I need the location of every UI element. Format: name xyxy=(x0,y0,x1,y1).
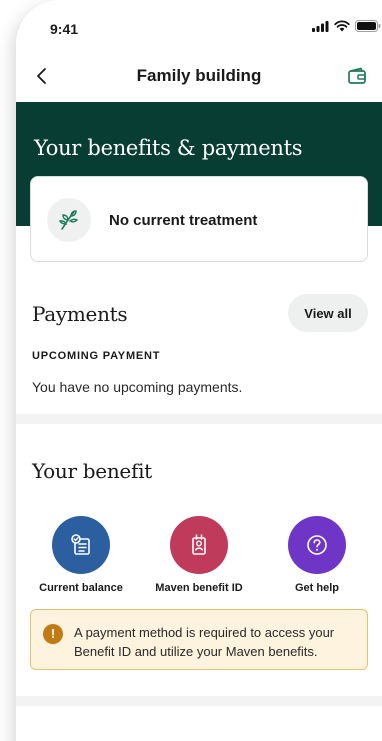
tile-label: Current balance xyxy=(39,582,123,594)
page-title: Family building xyxy=(136,66,262,85)
signal-icon xyxy=(312,20,329,32)
benefit-heading: Your benefit xyxy=(32,459,152,483)
wifi-icon xyxy=(334,20,350,32)
section-divider xyxy=(16,414,382,424)
treatment-card[interactable]: No current treatment xyxy=(30,176,368,262)
tile-label: Maven benefit ID xyxy=(155,582,243,594)
hero-title: Your benefits & payments xyxy=(34,136,303,160)
help-icon-circle xyxy=(288,516,346,574)
status-time: 9:41 xyxy=(50,21,79,37)
phone-frame: 9:41 Family building Your benefits & pay… xyxy=(16,0,382,741)
current-balance-tile[interactable]: Current balance xyxy=(26,516,136,596)
upcoming-payment-text: You have no upcoming payments. xyxy=(32,379,243,395)
sprout-icon xyxy=(58,210,79,230)
payment-method-alert: ! A payment method is required to access… xyxy=(30,609,368,670)
maven-benefit-id-tile[interactable]: Maven benefit ID xyxy=(144,516,254,596)
battery-icon xyxy=(355,20,381,32)
treatment-icon-wrap xyxy=(47,198,91,242)
top-nav: Family building xyxy=(16,50,382,102)
alert-message: A payment method is required to access y… xyxy=(74,625,335,659)
section-divider xyxy=(16,696,382,706)
wallet-icon[interactable] xyxy=(346,65,368,87)
id-badge-icon xyxy=(192,534,206,555)
balance-icon xyxy=(71,534,90,555)
status-bar: 9:41 xyxy=(16,0,382,50)
warning-icon: ! xyxy=(43,624,63,644)
id-icon-circle xyxy=(170,516,228,574)
help-icon xyxy=(307,535,327,555)
payments-heading: Payments xyxy=(32,302,128,326)
get-help-tile[interactable]: Get help xyxy=(262,516,372,596)
treatment-status: No current treatment xyxy=(109,212,258,229)
status-icons xyxy=(312,20,381,32)
view-all-button[interactable]: View all xyxy=(288,294,368,332)
upcoming-payment-label: UPCOMING PAYMENT xyxy=(32,350,161,362)
tile-label: Get help xyxy=(294,582,339,594)
balance-icon-circle xyxy=(52,516,110,574)
